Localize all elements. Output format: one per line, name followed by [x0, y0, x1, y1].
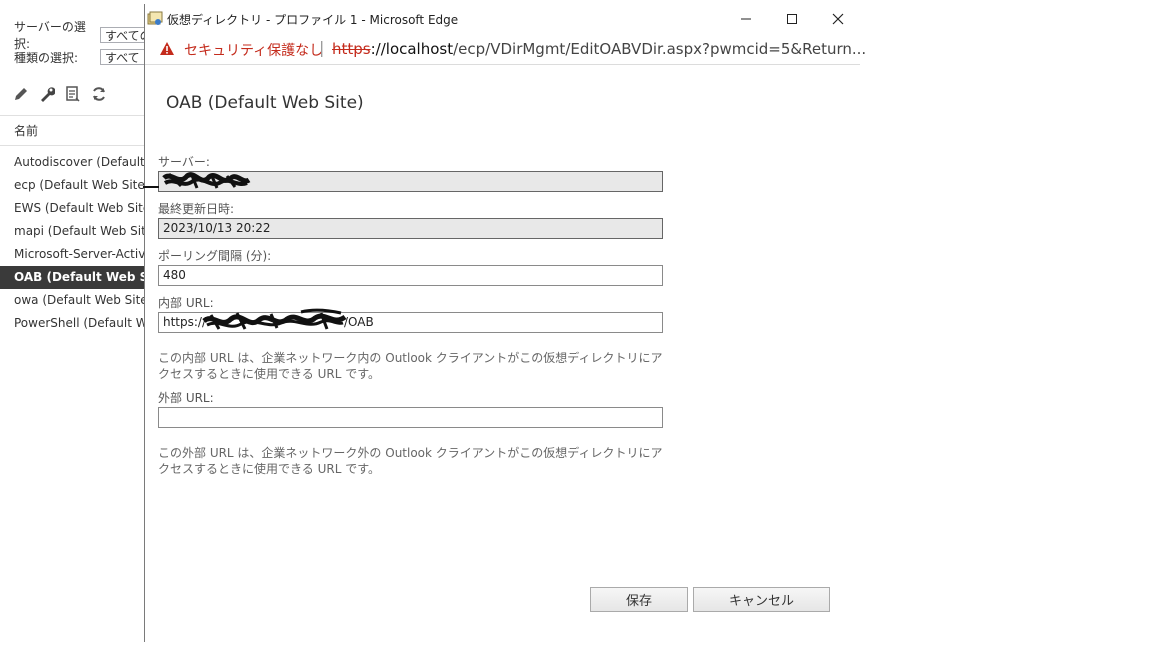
maximize-button[interactable] [769, 4, 815, 34]
internal-url-input[interactable]: https:///OAB [158, 308, 663, 333]
list-item[interactable]: PowerShell (Default Web Site) [0, 312, 150, 335]
type-select-row: 種類の選択: すべて [14, 48, 150, 66]
app-icon [147, 11, 163, 31]
list-item[interactable]: ecp (Default Web Site) [0, 174, 150, 197]
last-modified-label: 最終更新日時: [158, 202, 235, 216]
toolbar-divider [0, 115, 150, 116]
list-item[interactable]: owa (Default Web Site) [0, 289, 150, 312]
polling-interval-label: ポーリング間隔 (分): [158, 249, 272, 263]
pencil-icon[interactable] [12, 85, 30, 103]
wrench-icon[interactable] [38, 85, 56, 103]
window-titlebar[interactable]: 仮想ディレクトリ - プロファイル 1 - Microsoft Edge [145, 4, 860, 34]
external-url-label: 外部 URL: [158, 391, 214, 405]
url-scheme: https [332, 40, 371, 58]
list-item[interactable]: EWS (Default Web Site) [0, 197, 150, 220]
server-select-row: サーバーの選択: すべての [14, 20, 150, 51]
internal-url-prefix: https:// [163, 315, 207, 329]
list-item[interactable]: OAB (Default Web Site) [0, 266, 150, 289]
last-modified-field: 2023/10/13 20:22 [158, 218, 663, 239]
edge-popup-window: 仮想ディレクトリ - プロファイル 1 - Microsoft Edge セキュ… [143, 4, 866, 642]
save-button[interactable]: 保存 [590, 587, 688, 612]
window-title: 仮想ディレクトリ - プロファイル 1 - Microsoft Edge [167, 13, 459, 27]
list-toolbar [12, 85, 108, 103]
list-item[interactable]: Microsoft-Server-ActiveSync [0, 243, 150, 266]
url-text[interactable]: https://localhost/ecp/VDirMgmt/EditOABVD… [332, 40, 866, 58]
external-url-help-text: この外部 URL は、企業ネットワーク外の Outlook クライアントがこの仮… [158, 446, 663, 476]
ecp-background-page: サーバーの選択: すべての 種類の選択: すべて 名前 Autodiscover… [0, 0, 150, 648]
warning-icon[interactable] [159, 41, 175, 60]
external-url-input[interactable] [158, 407, 663, 428]
page-title: OAB (Default Web Site) [166, 93, 364, 113]
minimize-button[interactable] [723, 4, 769, 34]
server-select-dropdown[interactable]: すべての [100, 27, 150, 43]
polling-interval-input[interactable]: 480 [158, 265, 663, 286]
virtual-directory-list: Autodiscover (Default Web Site)ecp (Defa… [0, 151, 150, 335]
header-divider [0, 145, 150, 146]
list-item[interactable]: mapi (Default Web Site) [0, 220, 150, 243]
redaction-scribble [202, 308, 347, 330]
list-column-header[interactable]: 名前 [14, 122, 38, 139]
redaction-stroke [143, 186, 159, 188]
server-field [158, 171, 663, 192]
security-status-text[interactable]: セキュリティ保護なし [184, 40, 323, 60]
edit-form: OAB (Default Web Site) サーバー: 最終更新日時: 202… [143, 64, 860, 642]
type-select-dropdown[interactable]: すべて [100, 49, 150, 65]
server-select-label: サーバーの選択: [14, 20, 86, 51]
url-host: ://localhost [370, 40, 454, 58]
type-select-label: 種類の選択: [14, 50, 79, 65]
redaction-scribble [162, 172, 251, 189]
reset-icon[interactable] [64, 85, 82, 103]
url-path: /ecp/VDirMgmt/EditOABVDir.aspx?pwmcid=5&… [453, 40, 867, 58]
cancel-button[interactable]: キャンセル [693, 587, 830, 612]
close-button[interactable] [815, 4, 861, 34]
address-bar[interactable]: セキュリティ保護なし | https://localhost/ecp/VDirM… [145, 34, 866, 65]
address-separator: | [319, 38, 325, 57]
internal-url-help-text: この内部 URL は、企業ネットワーク内の Outlook クライアントがこの仮… [158, 351, 663, 381]
refresh-icon[interactable] [90, 85, 108, 103]
list-item[interactable]: Autodiscover (Default Web Site) [0, 151, 150, 174]
